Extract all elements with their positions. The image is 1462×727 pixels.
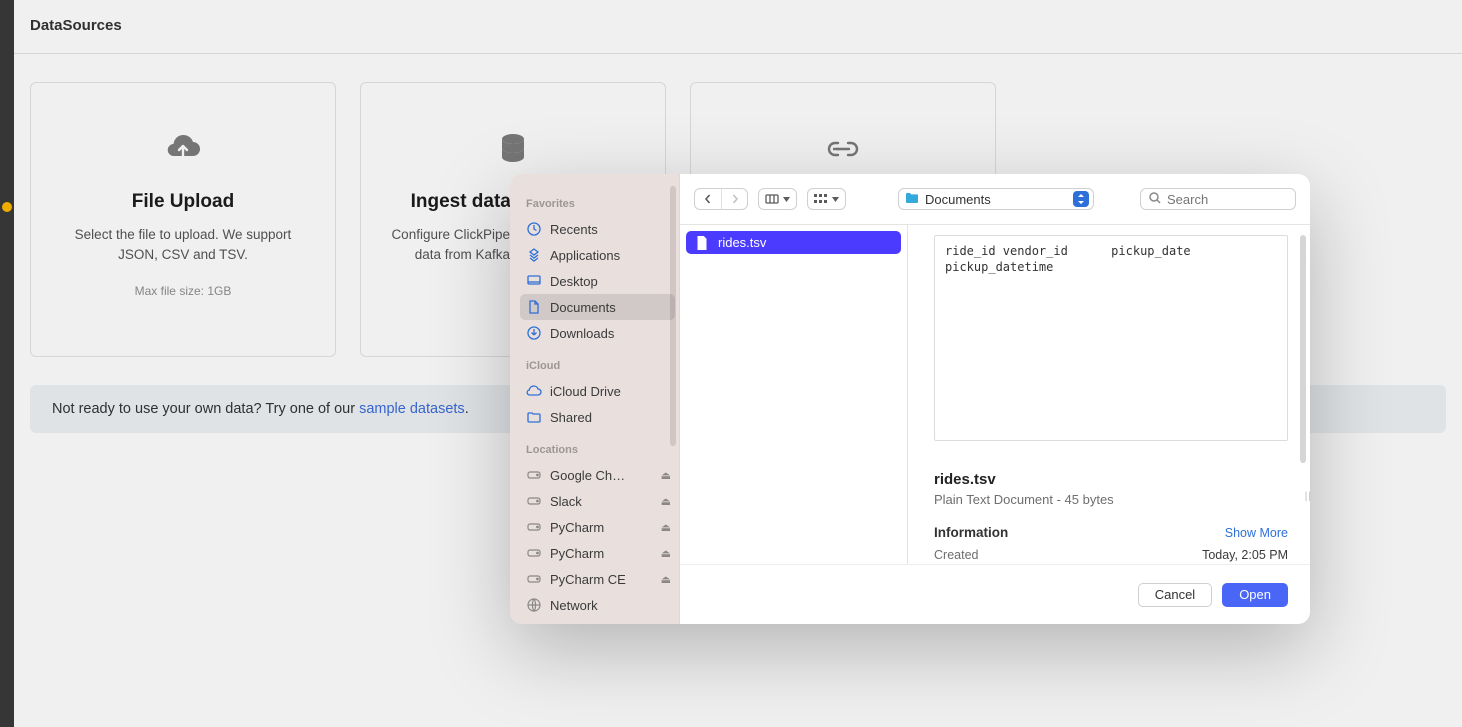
sidebar-item-label: PyCharm CE [550,572,626,587]
file-list-pane[interactable]: rides.tsv [680,225,908,564]
path-label: Documents [925,192,991,207]
sidebar-item-slack[interactable]: Slack ⏏ [520,488,675,514]
file-open-dialog: Favorites Recents Applications Desktop Docum… [510,174,1310,624]
disk-icon [526,493,542,509]
disk-icon [526,467,542,483]
info-row: Created Today, 2:05 PM [934,548,1288,562]
file-dialog-toolbar: Documents [680,174,1310,224]
sidebar-item-applications[interactable]: Applications [520,242,675,268]
sidebar-section-label: iCloud [526,360,669,372]
sidebar-item-label: Network [550,598,598,613]
desktop-icon [526,273,542,289]
nav-forward-button[interactable] [721,189,747,209]
path-selector[interactable]: Documents [898,188,1094,210]
doc-icon [526,299,542,315]
globe-icon [526,597,542,613]
sidebar-item-documents[interactable]: Documents [520,294,675,320]
info-key: Created [934,548,978,562]
disk-icon [526,519,542,535]
preview-info-header: Information Show More [934,525,1288,540]
sidebar-item-label: Desktop [550,274,598,289]
nav-back-forward [694,188,748,210]
sidebar-item-desktop[interactable]: Desktop [520,268,675,294]
sidebar-item-label: Recents [550,222,598,237]
info-value: Today, 2:05 PM [1202,548,1288,562]
file-preview-pane: ride_id vendor_id pickup_date pickup_dat… [908,225,1310,564]
nav-back-button[interactable] [695,189,721,209]
resize-handle-icon[interactable]: || [1305,491,1310,502]
sidebar-item-google-ch[interactable]: Google Ch… ⏏ [520,462,675,488]
sidebar-item-pycharm[interactable]: PyCharm ⏏ [520,540,675,566]
file-dialog-footer: Cancel Open [680,564,1310,624]
preview-filename: rides.tsv [934,471,1288,488]
cloud-icon [526,383,542,399]
sidebar-item-recents[interactable]: Recents [520,216,675,242]
file-name: rides.tsv [718,235,766,250]
preview-subtitle: Plain Text Document - 45 bytes [934,492,1288,507]
file-dialog-sidebar: Favorites Recents Applications Desktop Docum… [510,174,680,624]
sidebar-section-label: Locations [526,444,669,456]
sidebar-item-label: iCloud Drive [550,384,621,399]
group-by-button[interactable] [807,188,846,210]
open-button[interactable]: Open [1222,583,1288,607]
file-row[interactable]: rides.tsv [686,231,901,254]
sidebar-item-downloads[interactable]: Downloads [520,320,675,346]
sidebar-item-shared[interactable]: Shared [520,404,675,430]
open-label: Open [1239,587,1271,602]
path-caret-icon [1073,191,1089,207]
folder-icon [905,192,919,207]
view-columns-button[interactable] [758,188,797,210]
preview-scrollbar[interactable] [1300,235,1306,463]
sidebar-item-label: Slack [550,494,582,509]
sidebar-item-network[interactable]: Network [520,592,675,618]
eject-icon[interactable]: ⏏ [661,469,671,482]
file-dialog-main: Documents rides.tsv ride_id vendor_id pi… [680,174,1310,624]
document-icon [696,236,710,250]
sidebar-item-label: Documents [550,300,616,315]
apps-icon [526,247,542,263]
sidebar-item-label: PyCharm [550,520,604,535]
search-field[interactable] [1140,188,1296,210]
search-input[interactable] [1167,192,1287,207]
cancel-label: Cancel [1155,587,1195,602]
disk-icon [526,545,542,561]
cancel-button[interactable]: Cancel [1138,583,1212,607]
sidebar-item-label: Google Ch… [550,468,625,483]
folder-icon [526,409,542,425]
sidebar-item-pycharm-ce[interactable]: PyCharm CE ⏏ [520,566,675,592]
download-icon [526,325,542,341]
search-icon [1149,192,1161,207]
sidebar-section-label: Favorites [526,198,669,210]
sidebar-item-label: Applications [550,248,620,263]
clock-icon [526,221,542,237]
sidebar-item-label: Downloads [550,326,614,341]
sidebar-item-icloud-drive[interactable]: iCloud Drive [520,378,675,404]
eject-icon[interactable]: ⏏ [661,547,671,560]
file-content-preview: ride_id vendor_id pickup_date pickup_dat… [934,235,1288,441]
sidebar-item-label: PyCharm [550,546,604,561]
disk-icon [526,571,542,587]
eject-icon[interactable]: ⏏ [661,573,671,586]
sidebar-item-pycharm[interactable]: PyCharm ⏏ [520,514,675,540]
info-title: Information [934,525,1008,540]
show-more-link[interactable]: Show More [1225,526,1288,540]
eject-icon[interactable]: ⏏ [661,495,671,508]
sidebar-item-label: Shared [550,410,592,425]
file-dialog-body: rides.tsv ride_id vendor_id pickup_date … [680,224,1310,564]
eject-icon[interactable]: ⏏ [661,521,671,534]
